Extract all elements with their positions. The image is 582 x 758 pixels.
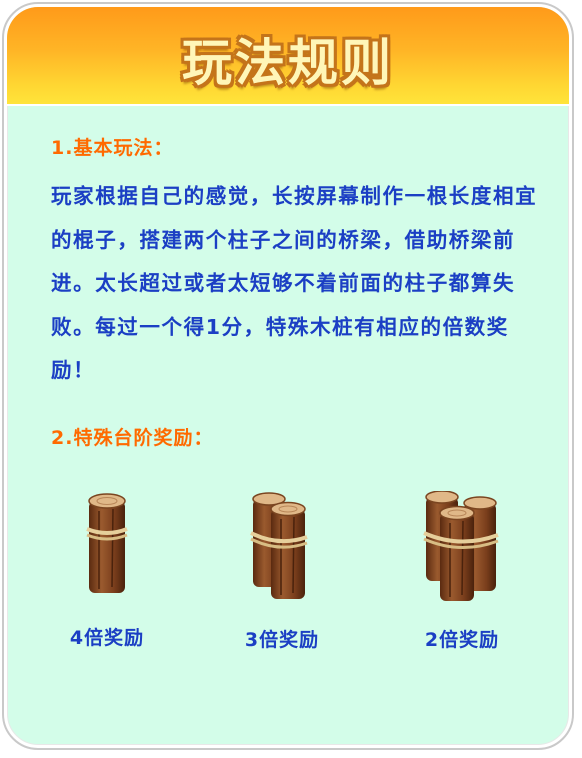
reward-label-2x: 2倍奖励 (424, 629, 500, 651)
reward-item-4x: 4倍奖励 (32, 491, 182, 650)
reward-item-3x: 3倍奖励 (207, 491, 357, 652)
rules-description: 玩家根据自己的感觉，长按屏幕制作一根长度相宜的棍子，搭建两个柱子之间的桥梁，借助… (51, 184, 538, 382)
triple-log-icon (423, 491, 499, 601)
reward-item-2x: 2倍奖励 (387, 491, 537, 652)
title-banner: 玩法规则 (7, 7, 569, 106)
section-heading-rewards: 2.特殊台阶奖励： (51, 427, 214, 449)
section-heading-basic: 1.基本玩法： (51, 137, 174, 159)
page-title: 玩法规则 (182, 34, 394, 92)
reward-label-4x: 4倍奖励 (69, 627, 145, 649)
single-log-icon (86, 493, 128, 593)
rules-panel: 玩法规则 1.基本玩法： 玩家根据自己的感觉，长按屏幕制作一根长度相宜的棍子，搭… (2, 2, 574, 750)
double-log-icon (250, 492, 308, 599)
reward-label-3x: 3倍奖励 (244, 629, 320, 651)
